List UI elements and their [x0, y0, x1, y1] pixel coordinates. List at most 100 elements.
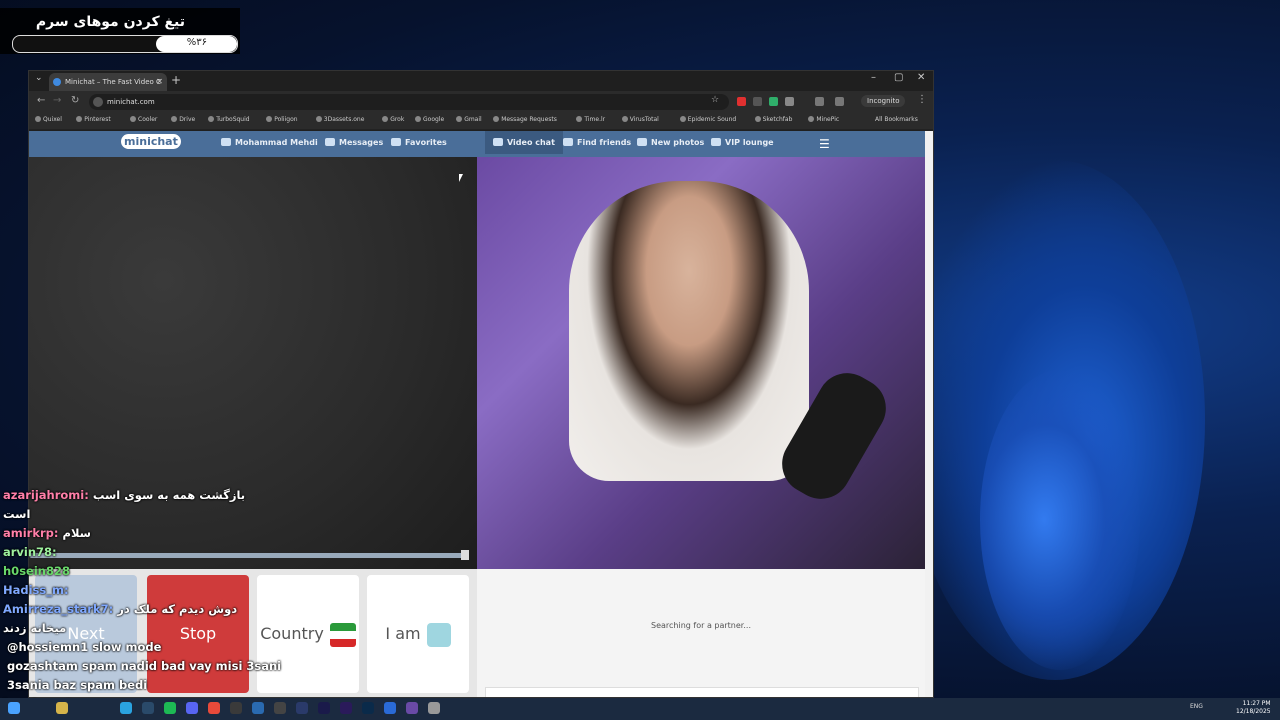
- bookmark-item[interactable]: Grok: [382, 116, 404, 123]
- nav-user[interactable]: Mohammad Mehdi: [221, 138, 318, 147]
- extension-icon[interactable]: [785, 97, 794, 106]
- chat-username: azarijahromi:: [3, 488, 89, 502]
- bookmark-item[interactable]: Gmail: [456, 116, 482, 123]
- reload-icon[interactable]: ↻: [71, 95, 79, 106]
- bookmark-item[interactable]: Poliigon: [266, 116, 298, 123]
- bookmark-item[interactable]: Quixel: [35, 116, 62, 123]
- chat-username: Hadiss_m:: [3, 583, 69, 597]
- bookmark-star-icon[interactable]: ☆: [711, 95, 719, 105]
- steam-icon[interactable]: [142, 702, 154, 714]
- language-indicator[interactable]: ENG: [1190, 703, 1203, 710]
- app-icon[interactable]: [406, 702, 418, 714]
- chat-text: است: [3, 507, 31, 521]
- page-scrollbar[interactable]: [925, 131, 933, 697]
- chat-text: gozashtam spam nadid bad vay misi 3sani: [7, 659, 282, 673]
- nav-video-chat[interactable]: Video chat: [485, 131, 563, 154]
- chat-text: بازگشت همه به سوی اسب: [92, 488, 246, 502]
- chrome-icon[interactable]: [208, 702, 220, 714]
- i-am-button[interactable]: I am: [367, 575, 469, 693]
- app-icon[interactable]: [274, 702, 286, 714]
- file-explorer-icon[interactable]: [56, 702, 68, 714]
- close-window-icon[interactable]: ✕: [917, 72, 925, 83]
- chat-message: است: [3, 507, 34, 521]
- all-bookmarks[interactable]: All Bookmarks: [875, 116, 918, 123]
- bookmark-item[interactable]: 3Dassets.one: [315, 116, 364, 123]
- forward-icon[interactable]: →: [53, 95, 61, 106]
- chat-text: سلام: [62, 526, 91, 540]
- bookmark-item[interactable]: Sketchfab: [754, 116, 792, 123]
- hamburger-menu-icon[interactable]: ☰: [819, 137, 830, 151]
- chat-message: arvin78:: [3, 545, 61, 559]
- nav-messages[interactable]: Messages: [325, 138, 383, 147]
- bookmark-favicon-icon: [679, 116, 686, 122]
- app-icon[interactable]: [296, 702, 308, 714]
- tab-search-icon[interactable]: ⌄: [35, 73, 43, 83]
- bookmark-favicon-icon: [266, 116, 273, 122]
- minimize-icon[interactable]: –: [871, 72, 876, 83]
- extension-icon[interactable]: [753, 97, 762, 106]
- bookmark-item[interactable]: Message Requests: [493, 116, 557, 123]
- extension-icon[interactable]: [769, 97, 778, 106]
- bookmark-item[interactable]: Pinterest: [76, 116, 111, 123]
- chat-username: h0sein828: [3, 564, 70, 578]
- bookmark-favicon-icon: [493, 116, 500, 122]
- after-effects-icon[interactable]: [318, 702, 330, 714]
- app-icon[interactable]: [384, 702, 396, 714]
- bookmark-item[interactable]: MinePic: [808, 116, 839, 123]
- goal-title: تیغ کردن موهای سرم: [35, 14, 185, 30]
- goal-progress-bar: %۳۶: [12, 35, 238, 53]
- nav-find-friends[interactable]: Find friends: [563, 138, 631, 147]
- telegram-icon[interactable]: [120, 702, 132, 714]
- user-avatar-icon: [221, 138, 231, 146]
- address-bar[interactable]: minichat.com: [89, 94, 729, 110]
- bookmark-item[interactable]: Drive: [171, 116, 195, 123]
- github-icon[interactable]: [230, 702, 242, 714]
- minichat-logo[interactable]: minichat: [121, 134, 181, 149]
- photoshop-icon[interactable]: [362, 702, 374, 714]
- app-icon[interactable]: [252, 702, 264, 714]
- new-tab-icon[interactable]: +: [171, 73, 181, 87]
- bookmark-item[interactable]: Epidemic Sound: [679, 116, 736, 123]
- bookmark-item[interactable]: Time.lr: [576, 116, 605, 123]
- taskbar: ENG 11:27 PM 12/18/2025: [0, 698, 1280, 720]
- extension-icon[interactable]: [737, 97, 746, 106]
- extension-icon[interactable]: [815, 97, 824, 106]
- chat-username: arvin78:: [3, 545, 57, 559]
- close-tab-icon[interactable]: ✕: [156, 73, 163, 91]
- bookmark-item[interactable]: VirusTotal: [621, 116, 659, 123]
- bookmark-item[interactable]: TurboSquid: [208, 116, 250, 123]
- chat-message: gozashtam spam nadid bad vay misi 3sani: [3, 659, 281, 673]
- start-icon[interactable]: [8, 702, 20, 714]
- bookmark-favicon-icon: [315, 116, 322, 122]
- tab-minichat[interactable]: Minichat – The Fast Video C ✕: [49, 73, 167, 91]
- address-toolbar: ← → ↻ minichat.com ☆ Incognito ⋮: [29, 91, 933, 113]
- chat-text: 3sania baz spam bedi: [7, 678, 148, 692]
- crown-icon: [711, 138, 721, 146]
- chat-message: h0sein828: [3, 564, 74, 578]
- chat-message: میخانه زدند: [3, 621, 70, 635]
- country-button[interactable]: Country: [257, 575, 359, 693]
- clock[interactable]: 11:27 PM 12/18/2025: [1236, 700, 1271, 716]
- chat-message: Amirreza_stark7: دوش دیدم که ملک در: [3, 602, 237, 616]
- back-icon[interactable]: ←: [37, 95, 45, 106]
- discord-icon[interactable]: [186, 702, 198, 714]
- maximize-icon[interactable]: ▢: [894, 72, 903, 83]
- chat-message-input[interactable]: [485, 687, 919, 697]
- stop-button[interactable]: Stop: [147, 575, 249, 693]
- browser-menu-icon[interactable]: ⋮: [917, 94, 927, 105]
- volume-slider[interactable]: [29, 553, 469, 558]
- premiere-icon[interactable]: [340, 702, 352, 714]
- site-navbar: minichat Mohammad Mehdi Messages Favorit…: [29, 131, 925, 157]
- volume-slider-thumb[interactable]: [461, 550, 469, 560]
- app-icon[interactable]: [428, 702, 440, 714]
- bookmark-item[interactable]: Google: [415, 116, 444, 123]
- site-info-icon[interactable]: [93, 97, 103, 107]
- incognito-badge[interactable]: Incognito: [861, 95, 906, 107]
- nav-new-photos[interactable]: New photos: [637, 138, 704, 147]
- bookmark-item[interactable]: Cooler: [130, 116, 157, 123]
- nav-vip-lounge[interactable]: VIP lounge: [711, 138, 774, 147]
- bookmark-favicon-icon: [576, 116, 583, 122]
- nav-favorites[interactable]: Favorites: [391, 138, 447, 147]
- spotify-icon[interactable]: [164, 702, 176, 714]
- extension-icon[interactable]: [835, 97, 844, 106]
